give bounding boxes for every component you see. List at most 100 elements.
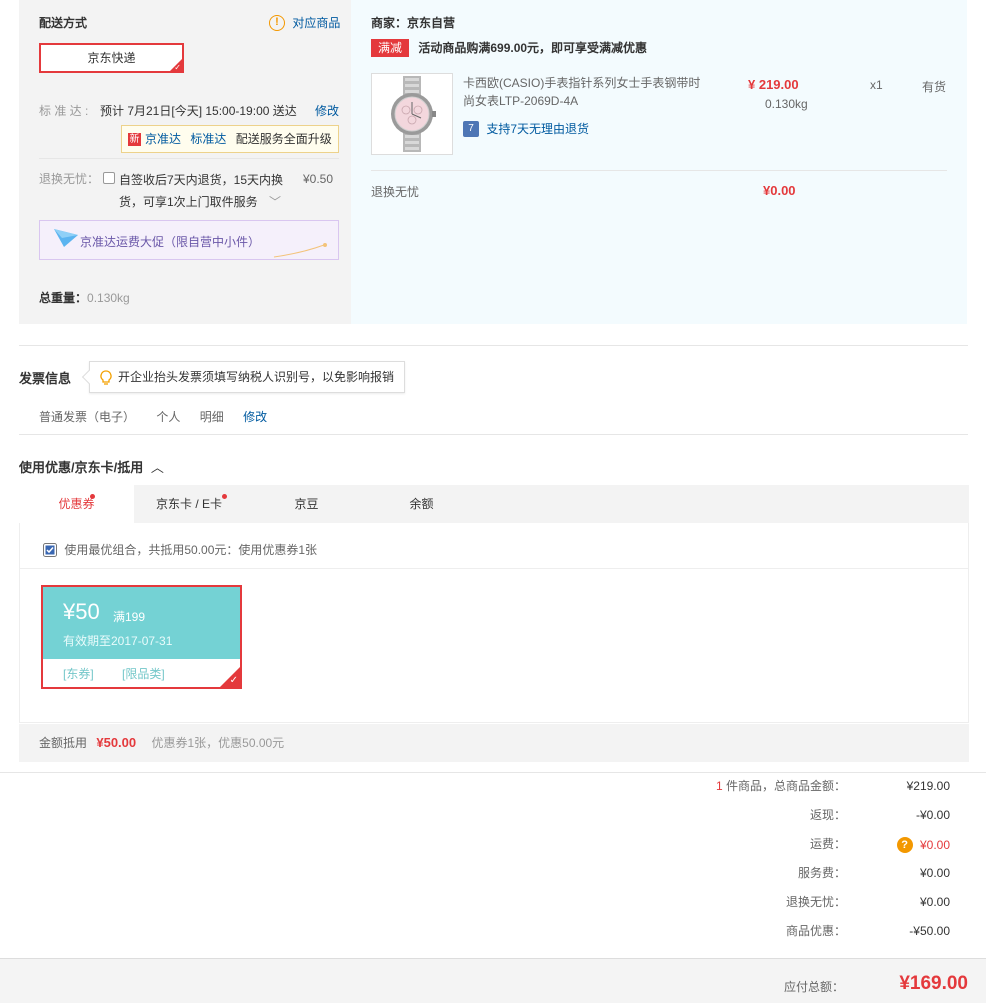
promo-row: 满减 活动商品购满699.00元，即可享受满减优惠: [371, 39, 647, 57]
tab-coupon-label: 优惠券: [58, 497, 95, 511]
tab-balance[interactable]: 余额: [374, 485, 469, 523]
product-name-line1[interactable]: 卡西欧(CASIO)手表指针系列女士手表钢带时: [463, 74, 713, 92]
goods-count-label: 1 件商品，总商品金额：: [715, 779, 846, 793]
watch-icon: [391, 76, 436, 152]
discount-footer-note: 优惠券1张，优惠50.00元: [151, 736, 285, 750]
return-service-label: 退换无忧：: [785, 895, 846, 909]
invoice-type: 普通发票（电子）: [39, 410, 136, 424]
seven-day-return: 7 支持7天无理由退货: [463, 120, 589, 137]
best-combo-row[interactable]: 使用最优组合，共抵用50.00元：使用优惠券1张: [43, 541, 317, 558]
discount-footer-label: 金额抵用: [39, 736, 88, 750]
jzd-link[interactable]: 京准达: [145, 132, 181, 146]
divider: [20, 568, 968, 569]
standard-delivery-time: 预计 7月21日[今天] 15:00-19:00 送达: [100, 104, 297, 118]
total-value: ¥169.00: [899, 973, 968, 994]
goods-discount-label: 商品优惠：: [785, 924, 846, 938]
return-service-option: 自签收后7天内退货，15天内换 货，可享1次上门取件服务 ﹀: [119, 169, 299, 213]
return-option-line2: 货，可享1次上门取件服务 ﹀: [119, 195, 282, 209]
product-qty: x1: [870, 78, 883, 92]
return-row-value: ¥0.00: [763, 183, 796, 198]
summary-shipping: 运费： ? ¥0.00: [0, 834, 968, 854]
return-service-price: ¥0.50: [303, 172, 334, 186]
delivery-upgrade-notice: 新京准达 标准达 配送服务全面升级: [121, 125, 339, 153]
promo-text: 京准达运费大促（限自营中小件）: [80, 235, 261, 249]
shipping-value: ¥0.00: [919, 837, 950, 852]
divider: [19, 434, 968, 435]
product-weight: 0.130kg: [765, 97, 808, 111]
service-fee-value: ¥0.00: [919, 866, 950, 880]
tab-jd-card-label: 京东卡 / E卡: [155, 497, 222, 511]
delivery-title: 配送方式: [39, 16, 88, 30]
delivery-panel: 配送方式 ! 对应商品 京东快递 ✓ 标 准 达 : 预计 7月21日[今天] …: [19, 0, 351, 324]
tab-jingdou[interactable]: 京豆: [259, 485, 354, 523]
coupon-card[interactable]: ¥50 满199 有效期至2017-07-31 [东券] [限品类] ✓: [41, 585, 242, 689]
matching-goods-link[interactable]: ! 对应商品: [269, 14, 340, 31]
invoice-modify-link[interactable]: 修改: [243, 410, 267, 424]
checkbox-icon[interactable]: [103, 171, 115, 184]
discount-footer-amount: ¥50.00: [96, 735, 137, 750]
coupon-expiry: 有效期至2017-07-31: [63, 634, 173, 648]
delivery-modify-link[interactable]: 修改: [315, 102, 339, 119]
tab-jd-card[interactable]: 京东卡 / E卡: [134, 485, 244, 523]
cashback-value: -¥0.00: [915, 808, 950, 822]
product-name-line2[interactable]: 尚女表LTP-2069D-4A: [463, 92, 713, 110]
cashback-label: 返现：: [809, 808, 846, 822]
tab-balance-label: 余额: [409, 497, 434, 511]
discount-footer: 金额抵用 ¥50.00 优惠券1张，优惠50.00元: [19, 724, 969, 762]
return-service-checkbox[interactable]: [103, 170, 115, 184]
discount-section-toggle[interactable]: 使用优惠/京东卡/抵用 ︿: [19, 457, 164, 476]
summary-cashback: 返现： -¥0.00: [0, 805, 968, 825]
lightbulb-icon: [100, 370, 112, 385]
total-weight-label: 总重量：: [39, 291, 88, 305]
total-weight-value: 0.130kg: [87, 291, 130, 305]
goods-count: 1: [715, 779, 723, 793]
summary-discount: 商品优惠： -¥50.00: [0, 921, 968, 941]
divider: [39, 158, 339, 159]
invoice-title: 发票信息: [19, 371, 72, 386]
invoice-content: 明细: [199, 410, 224, 424]
shipping-option-label: 京东快递: [87, 51, 136, 65]
return-row-label: 退换无忧: [371, 185, 420, 199]
red-dot: [90, 494, 95, 499]
shipping-option-jd-express[interactable]: 京东快递 ✓: [39, 43, 184, 73]
matching-goods-label[interactable]: 对应商品: [292, 16, 340, 30]
return-service-value: ¥0.00: [919, 895, 950, 909]
coupon-amount: ¥50: [63, 599, 100, 624]
goods-total-value: ¥219.00: [906, 779, 950, 793]
warning-icon: !: [269, 14, 285, 31]
checkbox-checked-icon[interactable]: [43, 542, 57, 557]
tab-jingdou-label: 京豆: [294, 497, 319, 511]
goods-discount-value: -¥50.00: [909, 924, 950, 938]
seven-day-return-icon: 7: [463, 120, 479, 137]
total-weight: 总重量：0.130kg: [39, 289, 130, 306]
divider: [19, 345, 968, 346]
return-option-line1: 自签收后7天内退货，15天内换: [119, 173, 284, 187]
seller-panel: 商家：京东自营 满减 活动商品购满699.00元，即可享受满减优惠 卡西欧(CA…: [351, 0, 967, 324]
summary-service-fee: 服务费： ¥0.00: [0, 863, 968, 883]
upgrade-text: 配送服务全面升级: [235, 132, 332, 146]
product-stock: 有货: [922, 80, 947, 94]
tab-coupon[interactable]: 优惠券: [19, 485, 134, 523]
red-dot: [222, 494, 227, 499]
summary-goods-total: 1 件商品，总商品金额： ¥219.00: [0, 776, 968, 796]
product-image[interactable]: [371, 73, 453, 155]
jzd-promo-banner[interactable]: 京准达运费大促（限自营中小件）: [39, 220, 339, 260]
new-badge: 新: [128, 133, 141, 147]
total-bar: 应付总额： ¥169.00: [0, 958, 986, 1003]
product-name[interactable]: 卡西欧(CASIO)手表指针系列女士手表钢带时 尚女表LTP-2069D-4A: [463, 74, 713, 110]
summary-return-service: 退换无忧： ¥0.00: [0, 892, 968, 912]
standard-delivery-label: 标 准 达 :: [39, 104, 89, 118]
coupon-tag-dongquan: [东券]: [63, 667, 94, 681]
coupon-top: ¥50 满199 有效期至2017-07-31: [43, 587, 240, 659]
discount-tabs: 优惠券 京东卡 / E卡 京豆 余额: [19, 485, 969, 523]
bzd-link[interactable]: 标准达: [190, 132, 226, 146]
tip-arrow: [81, 369, 97, 385]
promo-text: 活动商品购满699.00元，即可享受满减优惠: [418, 41, 648, 55]
question-icon[interactable]: ?: [896, 836, 913, 853]
return-worry-free-label: 退换无忧：: [39, 172, 100, 186]
invoice-tip-text: 开企业抬头发票须填写纳税人识别号，以免影响报销: [118, 370, 395, 384]
shipping-value-wrap: ? ¥0.00: [860, 834, 950, 855]
chevron-down-icon[interactable]: ﹀: [269, 195, 281, 209]
divider: [371, 170, 947, 171]
chevron-up-icon[interactable]: ︿: [151, 460, 164, 475]
